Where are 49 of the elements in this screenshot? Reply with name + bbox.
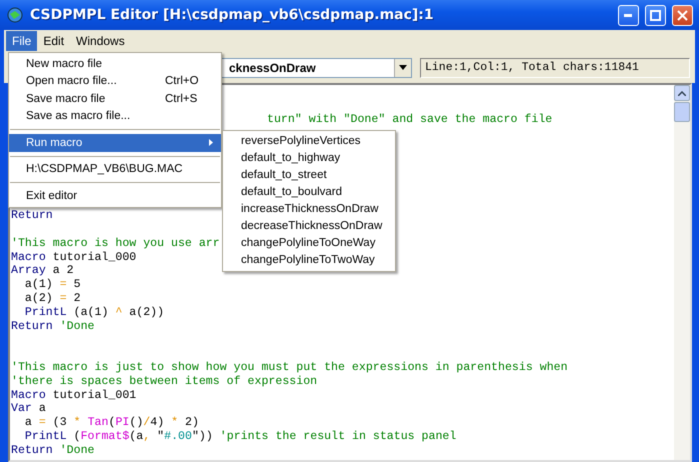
code-line: Return [11,209,53,222]
maximize-icon [650,10,661,20]
submenu-entry[interactable]: changePolylineToTwoWay [223,252,395,269]
close-icon [677,10,688,20]
code-line: Return 'Done [11,320,94,333]
code-line: a(2) = 2 [24,292,81,305]
app-icon [6,6,24,24]
code-line: Macro tutorial_001 [11,388,136,402]
menu-entry[interactable]: New macro file [9,55,221,72]
menu-entry[interactable]: Save as macro file... [9,108,221,125]
menu-entry[interactable]: Save macro file Ctrl+S [9,90,221,108]
menu-item[interactable]: Edit [37,31,70,51]
code-line: Macro tutorial_000 [11,250,136,264]
code-line: 'This macro is just to show how you must put the expressions in parenthesis when [11,360,568,374]
close-button[interactable] [672,4,693,26]
window-title: CSDPMPL Editor [H:\csdpmap_vb6\csdpmap.mac]:1 [30,7,435,23]
submenu-entry[interactable]: reversePolylineVertices [223,133,395,150]
menu-item[interactable]: File [6,31,38,51]
code-line: PrintL (Format$(a, "#.00")) 'prints the result in status panel [24,430,456,443]
status-field: Line:1,Col:1, Total chars:11841 [420,58,690,78]
code-line: a = (3 * Tan(PI()/4) * 2) [24,416,199,430]
submenu-entry[interactable]: changePolylineToOneWay [223,235,395,252]
caret-icon [678,90,686,96]
submenu-arrow-icon [209,139,213,146]
code-line: a(1) = 5 [24,278,81,292]
minimize-icon [624,14,633,16]
submenu-entry[interactable]: default_to_highway [223,150,395,167]
maximize-button[interactable] [645,4,666,26]
code-line: Var a [11,402,46,416]
submenu-entry[interactable]: default_to_street [223,167,395,184]
submenu-entry[interactable]: decreaseThicknessOnDraw [223,218,395,235]
menu-entry[interactable]: H:\CSDPMAP_VB6\BUG.MAC [9,160,221,178]
submenu-entry[interactable]: increaseThicknessOnDraw [223,201,395,218]
code-line: turn" with "Done" and save the macro file [267,112,552,126]
code-line: Array a 2 [11,264,74,278]
code-line: Return 'Done [11,444,94,457]
menu-entry[interactable]: Run macro [9,134,221,152]
code-line: PrintL (a(1) ^ a(2)) [24,306,164,319]
code-line: 'This macro is how you use arr [11,236,220,250]
menu-entry[interactable]: Exit editor [9,187,221,204]
menu-entry[interactable]: Open macro file... Ctrl+O [9,72,221,90]
menu-item[interactable]: Windows [70,31,131,51]
macro-combo-box[interactable]: cknessOnDraw [220,58,412,78]
dropdown-arrow-icon [399,65,407,70]
code-line: 'there is spaces between items of expression [11,374,318,388]
submenu-entry[interactable]: default_to_boulvard [223,184,395,201]
scroll-up-button[interactable] [674,85,690,101]
scroll-thumb[interactable] [674,102,690,122]
minimize-button[interactable] [618,4,639,26]
